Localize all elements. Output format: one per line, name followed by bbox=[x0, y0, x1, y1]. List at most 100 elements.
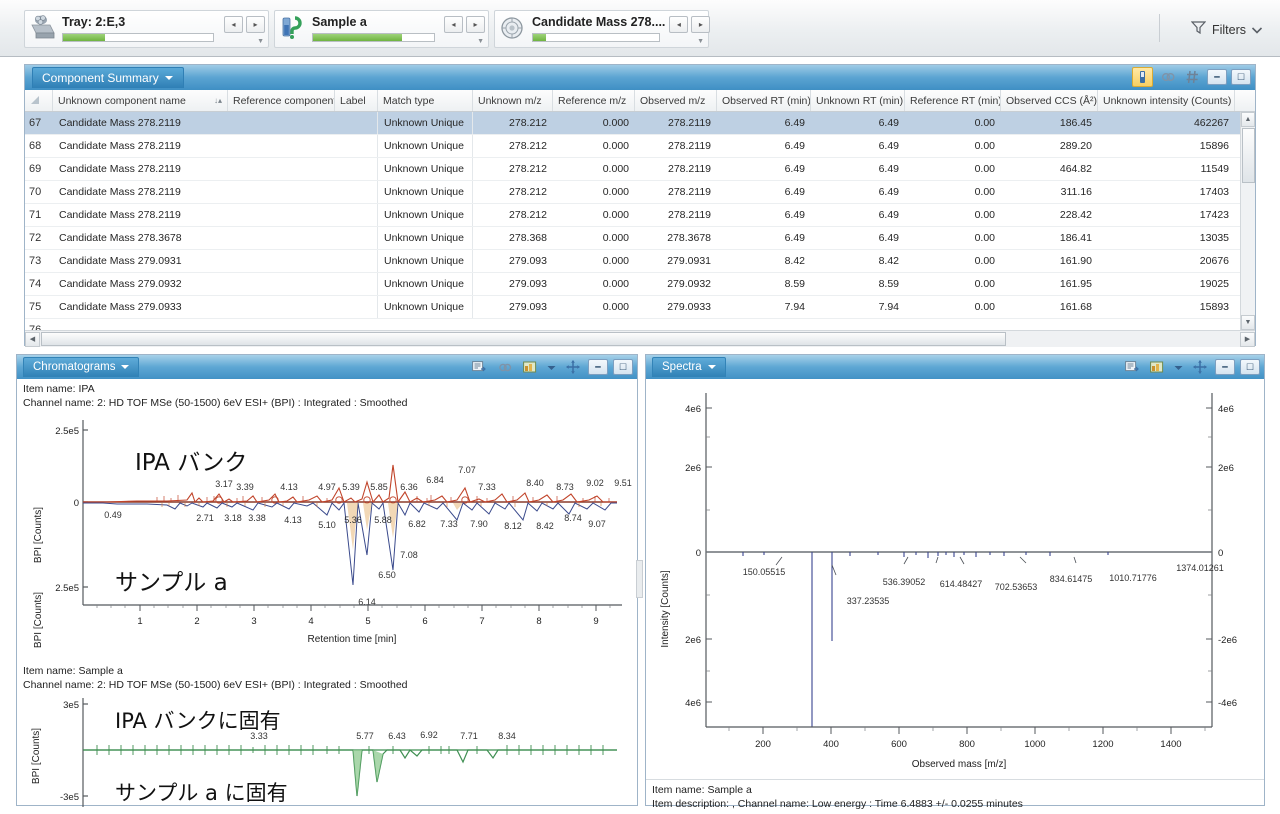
tray-next-button[interactable]: ▸ bbox=[246, 16, 265, 33]
restore-button[interactable]: ☐ bbox=[1231, 69, 1251, 85]
chromatogram-bottom-plot[interactable]: BPI [Counts] 3e5 -3e5 3.33 5.77 6.43 6.92 … bbox=[17, 692, 637, 814]
scroll-left-button[interactable]: ◀ bbox=[25, 331, 40, 347]
column-header-observed_ccs[interactable]: Observed CCS (Å²) bbox=[1001, 90, 1098, 111]
cell-unknown_intensity: 15896 bbox=[1199, 140, 1229, 152]
scroll-up-button[interactable]: ▲ bbox=[1241, 112, 1255, 127]
panel-resize-grip[interactable] bbox=[636, 560, 643, 598]
column-header-reference_component[interactable]: Reference component... bbox=[228, 90, 335, 111]
table-row[interactable]: 69 Candidate Mass 278.2119 Unknown Unique 2… bbox=[25, 158, 1255, 181]
filters-chevron-down-icon[interactable] bbox=[1251, 21, 1263, 39]
cell-reference_component bbox=[228, 296, 335, 318]
column-header-unknown_mz[interactable]: Unknown m/z bbox=[473, 90, 553, 111]
restore-button[interactable]: ☐ bbox=[1240, 359, 1260, 375]
sample-dropdown-icon[interactable]: ▼ bbox=[477, 38, 484, 45]
chevron-down-icon[interactable] bbox=[1174, 358, 1183, 376]
minimize-button[interactable]: ━ bbox=[1207, 69, 1227, 85]
column-header-unknown_component_name[interactable]: Unknown component name ↓▴ bbox=[53, 90, 228, 111]
cell-observed_ccs: 464.82 bbox=[1059, 163, 1092, 175]
cell-reference_component bbox=[228, 135, 335, 157]
export-icon[interactable] bbox=[1121, 357, 1142, 377]
cell-observed_rt: 6.49 bbox=[784, 140, 805, 152]
vertical-scroll-thumb[interactable] bbox=[1242, 128, 1255, 183]
spectrum-plot[interactable]: Intensity [Counts] 4e6 2e6 0 2e6 4e6 4e6… bbox=[646, 379, 1264, 777]
sample-prev-button[interactable]: ◂ bbox=[444, 16, 463, 33]
cell-match_type: Unknown Unique bbox=[378, 250, 473, 272]
table-row[interactable]: 70 Candidate Mass 278.2119 Unknown Unique 2… bbox=[25, 181, 1255, 204]
spectra-panel: Spectra ━ ☐ Intensity [Counts] 4e6 2e6 0… bbox=[645, 354, 1265, 810]
candidate-mass-next-button[interactable]: ▸ bbox=[691, 16, 711, 33]
chromatograms-panel: Chromatograms ━ ☐ Item name: IPA Channel… bbox=[16, 354, 638, 807]
link-icon[interactable] bbox=[1157, 67, 1178, 87]
cell-reference_mz: 0.000 bbox=[602, 186, 629, 198]
tab-component-summary[interactable]: Component Summary bbox=[32, 67, 184, 88]
chromatogram-bottom-channel-name: Channel name: 2: HD TOF MSe (50-1500) 6e… bbox=[23, 678, 408, 691]
column-header-unknown_rt[interactable]: Unknown RT (min) bbox=[811, 90, 905, 111]
spectrum-annotation-337: 337.23535 bbox=[847, 596, 890, 606]
cell-unknown_intensity: 11549 bbox=[1200, 163, 1229, 175]
column-header-observed_mz[interactable]: Observed m/z bbox=[635, 90, 717, 111]
cell-idx: 75 bbox=[29, 301, 42, 313]
restore-button[interactable]: ☐ bbox=[613, 359, 633, 375]
nav-group-tray[interactable]: Tray: 2:E,3 ◂ ▸ ▼ bbox=[24, 10, 269, 48]
chromatogram-top-plot[interactable]: BPI [Counts] BPI [Counts] BPI [Counts] 2… bbox=[17, 410, 637, 665]
tray-prev-button[interactable]: ◂ bbox=[224, 16, 243, 33]
move-icon[interactable] bbox=[562, 357, 583, 377]
table-body[interactable]: 67 Candidate Mass 278.2119 Unknown Unique 2… bbox=[25, 112, 1255, 330]
candidate-mass-prev-button[interactable]: ◂ bbox=[669, 16, 689, 33]
move-icon[interactable] bbox=[1189, 357, 1210, 377]
cell-observed_mz: 278.2119 bbox=[667, 186, 711, 198]
table-row[interactable]: 75 Candidate Mass 279.0933 Unknown Unique 2… bbox=[25, 296, 1255, 319]
chevron-down-icon[interactable] bbox=[121, 365, 130, 369]
tray-nav-arrows[interactable]: ◂ ▸ bbox=[224, 13, 265, 33]
table-row[interactable]: 68 Candidate Mass 278.2119 Unknown Unique 2… bbox=[25, 135, 1255, 158]
horizontal-scroll-thumb[interactable] bbox=[41, 332, 1006, 346]
cell-idx: 67 bbox=[29, 117, 42, 129]
minimize-button[interactable]: ━ bbox=[588, 359, 608, 375]
column-header-unknown_intensity[interactable]: Unknown intensity (Counts) bbox=[1098, 90, 1235, 111]
svg-text:4.97: 4.97 bbox=[318, 482, 336, 492]
table-horizontal-scrollbar[interactable]: ◀ ▶ bbox=[25, 330, 1255, 347]
table-row[interactable]: 74 Candidate Mass 279.0932 Unknown Unique 2… bbox=[25, 273, 1255, 296]
tab-chromatograms[interactable]: Chromatograms bbox=[23, 357, 140, 377]
sort-indicator-icon[interactable]: ↓▴ bbox=[214, 96, 222, 105]
filters-button[interactable]: Filters bbox=[1190, 20, 1263, 39]
nav-group-sample[interactable]: Sample a ◂ ▸ ▼ bbox=[274, 10, 489, 48]
scroll-down-button[interactable]: ▼ bbox=[1241, 315, 1255, 330]
svg-text:8.74: 8.74 bbox=[564, 513, 582, 523]
svg-text:5.36: 5.36 bbox=[344, 515, 362, 525]
table-row[interactable]: 73 Candidate Mass 279.0931 Unknown Unique 2… bbox=[25, 250, 1255, 273]
chevron-down-icon[interactable] bbox=[707, 365, 716, 369]
link-chain-icon[interactable] bbox=[494, 357, 515, 377]
table-vertical-scrollbar[interactable]: ▲ ▼ bbox=[1240, 112, 1255, 330]
chevron-down-icon[interactable] bbox=[547, 358, 556, 376]
spectrum-xlabel: Observed mass [m/z] bbox=[912, 759, 1007, 770]
numbering-icon[interactable] bbox=[1182, 67, 1203, 87]
candidate-mass-nav-arrows[interactable]: ◂ ▸ bbox=[669, 13, 711, 33]
highlight-icon[interactable] bbox=[1132, 67, 1153, 87]
table-row[interactable]: 76 bbox=[25, 319, 1255, 330]
scroll-right-button[interactable]: ▶ bbox=[1240, 331, 1255, 347]
sample-next-button[interactable]: ▸ bbox=[466, 16, 485, 33]
tab-spectra[interactable]: Spectra bbox=[652, 357, 726, 377]
column-header-match_type[interactable]: Match type bbox=[378, 90, 473, 111]
chart-style-icon[interactable] bbox=[520, 357, 541, 377]
column-header-idx[interactable] bbox=[25, 90, 53, 111]
cell-reference_component bbox=[228, 273, 335, 295]
column-header-reference_rt[interactable]: Reference RT (min) bbox=[905, 90, 1001, 111]
svg-text:6.50: 6.50 bbox=[378, 570, 396, 580]
nav-group-candidate-mass[interactable]: Candidate Mass 278.... ◂ ▸ ▼ bbox=[494, 10, 711, 48]
column-header-reference_mz[interactable]: Reference m/z bbox=[553, 90, 635, 111]
spectrum-annotation-702: 702.53653 bbox=[995, 582, 1038, 592]
chevron-down-icon[interactable] bbox=[164, 76, 173, 80]
column-header-label[interactable]: Label bbox=[335, 90, 378, 111]
table-row[interactable]: 71 Candidate Mass 278.2119 Unknown Unique 2… bbox=[25, 204, 1255, 227]
minimize-button[interactable]: ━ bbox=[1215, 359, 1235, 375]
export-icon[interactable] bbox=[468, 357, 489, 377]
candidate-mass-dropdown-icon[interactable]: ▼ bbox=[697, 38, 704, 45]
sample-nav-arrows[interactable]: ◂ ▸ bbox=[444, 13, 485, 33]
column-header-observed_rt[interactable]: Observed RT (min) bbox=[717, 90, 811, 111]
table-row[interactable]: 72 Candidate Mass 278.3678 Unknown Unique 2… bbox=[25, 227, 1255, 250]
chart-style-icon[interactable] bbox=[1147, 357, 1168, 377]
tray-dropdown-icon[interactable]: ▼ bbox=[257, 38, 264, 45]
table-row[interactable]: 67 Candidate Mass 278.2119 Unknown Unique 2… bbox=[25, 112, 1255, 135]
